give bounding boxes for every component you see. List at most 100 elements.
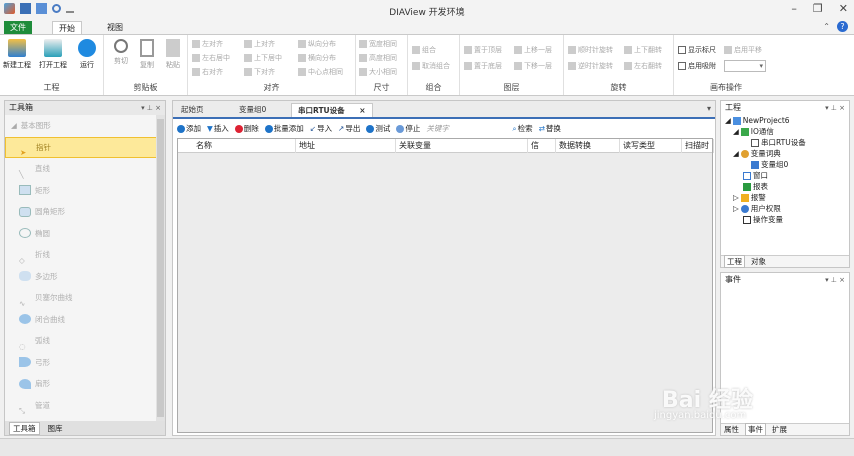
tab-list-dropdown[interactable]: ▾ [707, 104, 711, 113]
import-button[interactable]: ↙ 导入 [310, 123, 332, 134]
ribbon: 新建工程 打开工程 运行 工程 剪切 复制 粘贴 剪贴板 左对齐 左右居中 右对… [0, 34, 854, 96]
open-project-button[interactable]: 打开工程 [38, 39, 68, 70]
tree-node-serial-rtu[interactable]: 串口RTU设备 [721, 137, 841, 148]
column-linked-variable[interactable]: 关联变量 [396, 139, 528, 153]
toolbox-item-line[interactable]: ╲ 直线 [5, 158, 157, 180]
rotate-cw-button[interactable]: 顺时针旋转 [568, 45, 613, 55]
batch-add-button[interactable]: 批量添加 [264, 123, 304, 134]
column-trust[interactable]: 信 [528, 139, 556, 153]
help-icon[interactable]: ? [837, 21, 848, 32]
distribute-v-button[interactable]: 纵向分布 [298, 39, 336, 49]
collapse-ribbon-icon[interactable]: ⌃ [823, 22, 830, 31]
tab-properties[interactable]: 属性 [724, 424, 739, 435]
tab-project[interactable]: 工程 [724, 255, 745, 268]
keyword-input[interactable]: 关键字 [426, 123, 506, 134]
flip-vertical-button[interactable]: 上下翻转 [624, 45, 662, 55]
test-button[interactable]: 测试 [366, 123, 390, 134]
tree-node-operation-var[interactable]: 操作变量 [721, 214, 841, 225]
toolbox-item-rectangle[interactable]: 矩形 [5, 180, 157, 202]
toolbox-item-pipe[interactable]: ⤡ 管道 [5, 395, 157, 417]
toolbox-item-rounded-rect[interactable]: 圆角矩形 [5, 201, 157, 223]
closed-curve-icon [19, 314, 31, 325]
tab-toolbox[interactable]: 工具箱 [9, 421, 40, 435]
pane-pin-controls[interactable]: ▾ ⊥ × [825, 273, 845, 287]
bring-to-front-button[interactable]: 置于顶层 [464, 45, 502, 55]
enable-pan-toggle[interactable]: 启用平移 [724, 45, 762, 55]
tab-start-page[interactable]: 起始页 [175, 103, 210, 117]
pane-pin-controls[interactable]: ▾ ⊥ × [825, 101, 845, 115]
tab-serial-rtu-device[interactable]: 串口RTU设备 × [291, 103, 373, 117]
send-to-back-button[interactable]: 置于底层 [464, 61, 502, 71]
column-name[interactable]: 名称 [178, 139, 296, 153]
toolbox-item-polygon[interactable]: 多边形 [5, 266, 157, 288]
tree-node-variables[interactable]: ◢ 变量词典 [721, 148, 841, 159]
tab-file[interactable]: 文件 [4, 21, 32, 34]
scrollbar-thumb[interactable] [157, 119, 164, 417]
export-button[interactable]: ↗ 导出 [338, 123, 360, 134]
tree-node-io[interactable]: ◢ IO通信 [721, 126, 841, 137]
tree-node-user-permission[interactable]: ▷ 用户权限 [721, 203, 841, 214]
maximize-button[interactable]: ❐ [813, 2, 823, 15]
stop-button[interactable]: 停止 [396, 123, 420, 134]
toolbox-item-pointer[interactable]: ➤ 指针 [5, 136, 157, 158]
show-ruler-checkbox[interactable]: 显示标尺 [678, 45, 716, 55]
tree-node-var-group0[interactable]: 变量组0 [721, 159, 841, 170]
column-rw-type[interactable]: 读写类型 [620, 139, 682, 153]
send-backward-button[interactable]: 下移一层 [514, 61, 552, 71]
flip-horizontal-button[interactable]: 左右翻转 [624, 61, 662, 71]
toolbox-item-ellipse[interactable]: 椭圆 [5, 223, 157, 245]
rotate-ccw-button[interactable]: 逆时针旋转 [568, 61, 613, 71]
replace-button[interactable]: ⇄ 替换 [539, 123, 561, 134]
tree-node-report[interactable]: 报表 [721, 181, 841, 192]
tree-node-window[interactable]: 窗口 [721, 170, 841, 181]
search-button[interactable]: ⌕ 检索 [512, 123, 532, 134]
distribute-h-button[interactable]: 横向分布 [298, 53, 336, 63]
tab-gallery[interactable]: 图库 [48, 423, 63, 434]
new-project-button[interactable]: 新建工程 [2, 39, 32, 70]
same-width-button[interactable]: 宽度相同 [359, 39, 397, 49]
close-button[interactable]: ✕ [839, 2, 848, 15]
tab-events[interactable]: 事件 [745, 423, 766, 436]
tab-var-group0[interactable]: 变量组0 [233, 103, 272, 117]
enable-snap-checkbox[interactable]: 启用吸附 [678, 61, 716, 71]
group-button[interactable]: 组合 [412, 45, 436, 55]
column-address[interactable]: 地址 [296, 139, 396, 153]
tree-node-project[interactable]: ◢ NewProject6 [721, 115, 841, 126]
align-top-button[interactable]: 上对齐 [244, 39, 275, 49]
close-tab-icon[interactable]: × [359, 106, 365, 115]
insert-button[interactable]: ▼ 插入 [207, 123, 229, 134]
align-center-v-button[interactable]: 上下居中 [244, 53, 282, 63]
align-center-h-button[interactable]: 左右居中 [192, 53, 230, 63]
toolbox-item-arc[interactable]: ◌ 弧线 [5, 330, 157, 352]
ungroup-button[interactable]: 取消组合 [412, 61, 450, 71]
align-right-button[interactable]: 右对齐 [192, 67, 223, 77]
tab-objects[interactable]: 对象 [751, 256, 766, 267]
zoom-combo[interactable]: ▾ [724, 60, 766, 72]
tab-view[interactable]: 视图 [102, 21, 128, 34]
align-bottom-button[interactable]: 下对齐 [244, 67, 275, 77]
column-scan-time[interactable]: 扫描时 [682, 139, 714, 153]
toolbox-scrollbar[interactable] [156, 115, 165, 421]
pane-pin-controls[interactable]: ▾ ⊥ × [141, 101, 161, 115]
variable-grid[interactable]: 名称 地址 关联变量 信 数据转换 读写类型 扫描时 [177, 138, 714, 433]
bring-forward-button[interactable]: 上移一层 [514, 45, 552, 55]
align-left-button[interactable]: 左对齐 [192, 39, 223, 49]
same-size-button[interactable]: 大小相同 [359, 67, 397, 77]
toolbox-item-bezier[interactable]: ∿ 贝塞尔曲线 [5, 287, 157, 309]
toolbox-item-polyline[interactable]: ◇ 折线 [5, 244, 157, 266]
center-point-button[interactable]: 中心点相同 [298, 67, 343, 77]
delete-button[interactable]: 删除 [234, 123, 259, 134]
paste-button[interactable]: 粘贴 [158, 39, 188, 70]
toolbox-section-basic[interactable]: ◢ 基本图形 [5, 115, 157, 137]
tab-extensions[interactable]: 扩展 [772, 424, 787, 435]
tree-node-alarm[interactable]: ▷ 报警 [721, 192, 841, 203]
column-data-conversion[interactable]: 数据转换 [556, 139, 620, 153]
run-button[interactable]: 运行 [72, 39, 102, 70]
add-button[interactable]: 添加 [177, 123, 201, 134]
minimize-button[interactable]: – [791, 2, 797, 15]
same-height-button[interactable]: 高度相同 [359, 53, 397, 63]
toolbox-item-closed-curve[interactable]: 闭合曲线 [5, 309, 157, 331]
toolbox-item-sector[interactable]: 扇形 [5, 373, 157, 395]
tab-start[interactable]: 开始 [52, 21, 82, 34]
toolbox-item-bow[interactable]: 弓形 [5, 352, 157, 374]
